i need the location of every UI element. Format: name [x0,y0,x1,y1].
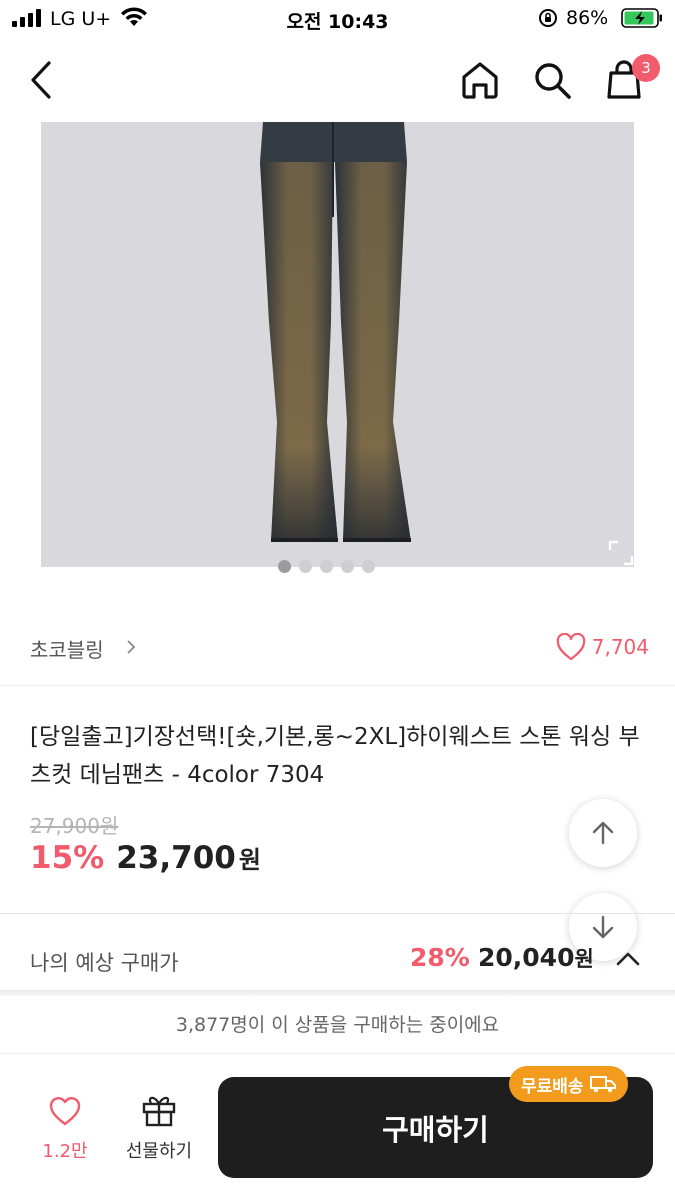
chevron-up-icon[interactable] [614,947,642,971]
buyers-notice: 3,877명이 이 상품을 구매하는 중이에요 [0,996,675,1054]
sale-price: 23,700 [116,840,236,876]
product-title: [당일출고]기장선택![숏,기본,롱~2XL]하이웨스트 스톤 워싱 부츠컷 데… [30,724,640,788]
brand-link[interactable]: 초코블링 [30,634,104,663]
status-bar: LG U+ 오전 10:43 86% [0,0,675,40]
discount-rate: 15% [30,840,105,876]
divider [0,913,675,914]
divider [0,685,675,686]
cart-count-badge: 3 [632,54,660,82]
gift-label: 선물하기 [125,1141,193,1162]
like-count: 7,704 [591,635,649,659]
gift-button[interactable]: 선물하기 [116,1093,202,1165]
carousel-dot[interactable] [299,560,312,573]
brand-row: 초코블링 7,704 [0,624,675,674]
carousel-dot[interactable] [320,560,333,573]
rotation-lock-icon [539,9,557,27]
carousel-dot[interactable] [278,560,291,573]
cart-button[interactable]: 3 [600,54,660,104]
expected-price-row[interactable]: 나의 예상 구매가 28% 20,040원 [0,935,675,985]
currency-unit: 원 [574,947,594,971]
original-price: 27,900원 [30,814,119,838]
expected-price-value: 20,040 [478,943,575,972]
chevron-left-icon [31,61,51,99]
heart-icon [556,633,585,661]
search-icon [535,63,571,99]
carousel-dots [278,560,375,573]
wish-count: 1.2만 [42,1141,88,1162]
wish-button[interactable]: 1.2만 [36,1095,94,1165]
expected-price-label: 나의 예상 구매가 [30,951,179,975]
free-shipping-label: 무료배송 [521,1076,584,1097]
chevron-right-icon[interactable] [124,638,138,656]
like-button[interactable]: 7,704 [556,633,649,661]
home-icon [462,62,498,99]
search-button[interactable] [528,56,576,104]
top-nav-bar: 3 [0,40,675,120]
home-button[interactable] [456,56,504,104]
currency-unit: 원 [238,846,261,874]
gift-icon [142,1096,176,1127]
battery-charging-icon [621,8,662,28]
arrow-up-icon [592,821,614,845]
heart-icon [49,1097,81,1126]
expected-discount: 28% [410,943,470,972]
carousel-dot[interactable] [362,560,375,573]
product-image[interactable] [41,122,634,567]
price-row: 15% 23,700 원 [30,840,261,876]
free-shipping-badge: 무료배송 [509,1066,628,1102]
carousel-dot[interactable] [341,560,354,573]
truck-icon [589,1076,616,1093]
expand-image-icon[interactable] [608,540,634,566]
expected-price: 20,040원 [478,943,594,973]
back-button[interactable] [18,56,66,104]
scroll-top-button[interactable] [569,799,637,867]
battery-percent: 86% [566,7,609,29]
jeans-photo [260,122,411,542]
